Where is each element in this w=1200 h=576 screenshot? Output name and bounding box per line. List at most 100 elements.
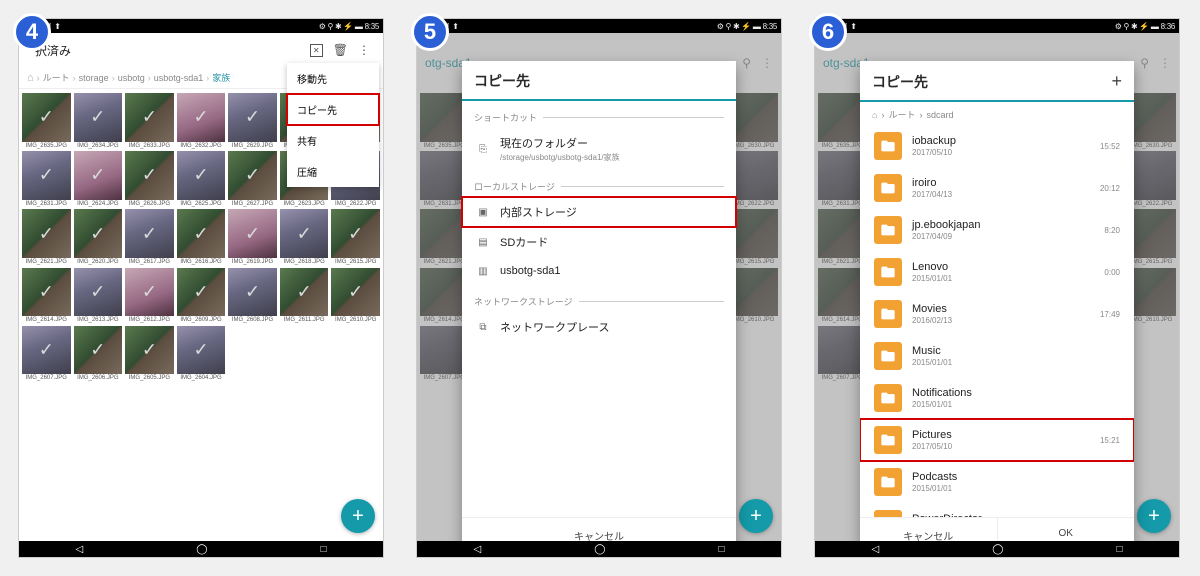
selected-check-icon: ✓	[39, 165, 54, 186]
grid-cell[interactable]: ✓IMG_2617.JPG	[125, 209, 174, 265]
folder-row[interactable]: iroiro2017/04/1320:12	[860, 167, 1134, 209]
folder-row[interactable]: PowerDirector2016/02/140:00	[860, 503, 1134, 517]
file-name-label: IMG_2620.JPG	[74, 259, 123, 266]
nav-back-icon[interactable]: ◁	[474, 544, 482, 555]
menu-move-to[interactable]: 移動先	[287, 63, 379, 94]
grid-cell[interactable]: ✓IMG_2612.JPG	[125, 268, 174, 324]
deselect-icon[interactable]: ✕	[310, 44, 323, 57]
grid-cell[interactable]: ✓IMG_2606.JPG	[74, 326, 123, 382]
file-name-label: IMG_2629.JPG	[228, 143, 277, 150]
grid-cell[interactable]: ✓IMG_2611.JPG	[280, 268, 329, 324]
nav-recent-icon[interactable]: □	[718, 544, 724, 555]
folder-icon	[874, 216, 902, 244]
grid-cell[interactable]: ✓IMG_2629.JPG	[228, 93, 277, 149]
folder-date: 2015/01/01	[912, 400, 972, 409]
grid-cell[interactable]: ✓IMG_2635.JPG	[22, 93, 71, 149]
fab-add[interactable]: +	[341, 499, 375, 533]
folder-row[interactable]: Podcasts2015/01/01	[860, 461, 1134, 503]
dialog-title: コピー先 +	[860, 61, 1134, 102]
grid-cell[interactable]: ✓IMG_2615.JPG	[331, 209, 380, 265]
selected-check-icon: ✓	[142, 223, 157, 244]
grid-cell[interactable]: ✓IMG_2604.JPG	[177, 326, 226, 382]
delete-icon[interactable]: 🗑	[333, 43, 348, 57]
nav-recent-icon[interactable]: □	[320, 544, 326, 555]
item-sd-card[interactable]: ▤ SDカード	[462, 227, 736, 257]
grid-cell[interactable]: ✓IMG_2624.JPG	[74, 151, 123, 207]
grid-cell[interactable]: ✓IMG_2633.JPG	[125, 93, 174, 149]
folder-row[interactable]: Pictures2017/05/1015:21	[860, 419, 1134, 461]
selected-check-icon: ✓	[245, 281, 260, 302]
folder-time: 20:12	[1100, 184, 1120, 193]
selected-check-icon: ✓	[142, 281, 157, 302]
grid-cell[interactable]: ✓IMG_2621.JPG	[22, 209, 71, 265]
folder-date: 2017/04/13	[912, 190, 952, 199]
selected-check-icon: ✓	[142, 339, 157, 360]
ok-button[interactable]: OK	[998, 518, 1135, 541]
menu-compress[interactable]: 圧縮	[287, 156, 379, 187]
grid-cell[interactable]: ✓IMG_2613.JPG	[74, 268, 123, 324]
grid-cell[interactable]: ✓IMG_2620.JPG	[74, 209, 123, 265]
folder-row[interactable]: Lenovo2015/01/010:00	[860, 251, 1134, 293]
item-network-places[interactable]: ⧉ ネットワークプレース	[462, 312, 736, 342]
grid-cell[interactable]: ✓IMG_2627.JPG	[228, 151, 277, 207]
grid-cell[interactable]: ✓IMG_2619.JPG	[228, 209, 277, 265]
item-current-folder[interactable]: ⎘ 現在のフォルダー /storage/usbotg/usbotg-sda1/家…	[462, 128, 736, 170]
file-name-label: IMG_2635.JPG	[22, 143, 71, 150]
dialog-breadcrumb[interactable]: ⌂ ›ルート ›sdcard	[860, 102, 1134, 125]
grid-cell[interactable]: ✓IMG_2609.JPG	[177, 268, 226, 324]
nav-back-icon[interactable]: ◁	[872, 544, 880, 555]
folder-row[interactable]: iobackup2017/05/1015:52	[860, 125, 1134, 167]
grid-cell[interactable]: ✓IMG_2634.JPG	[74, 93, 123, 149]
grid-cell[interactable]: ✓IMG_2605.JPG	[125, 326, 174, 382]
nav-home-icon[interactable]: ◯	[992, 544, 1003, 555]
folder-row[interactable]: Music2015/01/01	[860, 335, 1134, 377]
folder-row[interactable]: Movies2016/02/1317:49	[860, 293, 1134, 335]
folder-icon	[874, 384, 902, 412]
nav-home-icon[interactable]: ◯	[196, 544, 207, 555]
grid-cell[interactable]: ✓IMG_2610.JPG	[331, 268, 380, 324]
file-name-label: IMG_2611.JPG	[280, 317, 329, 324]
folder-row[interactable]: jp.ebookjapan2017/04/098:20	[860, 209, 1134, 251]
item-internal-storage[interactable]: ▣ 内部ストレージ	[462, 197, 736, 227]
fab-add[interactable]: +	[739, 499, 773, 533]
grid-cell[interactable]: ✓IMG_2626.JPG	[125, 151, 174, 207]
android-navbar: ◁ ◯ □	[417, 541, 781, 557]
selected-check-icon: ✓	[90, 165, 105, 186]
usb-icon: ▥	[476, 264, 490, 278]
grid-cell[interactable]: ✓IMG_2614.JPG	[22, 268, 71, 324]
folder-icon	[874, 132, 902, 160]
new-folder-icon[interactable]: +	[1111, 71, 1122, 92]
cancel-button[interactable]: キャンセル	[462, 518, 736, 541]
grid-cell[interactable]: ✓IMG_2625.JPG	[177, 151, 226, 207]
file-name-label: IMG_2623.JPG	[280, 201, 329, 208]
grid-cell[interactable]: ✓IMG_2632.JPG	[177, 93, 226, 149]
more-icon[interactable]: ⋮	[358, 43, 370, 57]
nav-home-icon[interactable]: ◯	[594, 544, 605, 555]
home-icon[interactable]: ⌂	[27, 72, 34, 84]
grid-cell[interactable]: ✓IMG_2631.JPG	[22, 151, 71, 207]
cancel-button[interactable]: キャンセル	[860, 518, 997, 541]
selected-check-icon: ✓	[193, 165, 208, 186]
file-name-label: IMG_2633.JPG	[125, 143, 174, 150]
selected-check-icon: ✓	[348, 281, 363, 302]
grid-cell[interactable]: ✓IMG_2607.JPG	[22, 326, 71, 382]
menu-share[interactable]: 共有	[287, 125, 379, 156]
file-name-label: IMG_2634.JPG	[74, 143, 123, 150]
selected-check-icon: ✓	[193, 339, 208, 360]
home-icon: ⌂	[872, 110, 877, 120]
nav-recent-icon[interactable]: □	[1116, 544, 1122, 555]
grid-cell[interactable]: ✓IMG_2608.JPG	[228, 268, 277, 324]
folder-icon	[874, 342, 902, 370]
folder-icon	[874, 174, 902, 202]
dialog-title: コピー先	[462, 61, 736, 101]
file-name-label: IMG_2606.JPG	[74, 375, 123, 382]
item-usb[interactable]: ▥ usbotg-sda1	[462, 257, 736, 285]
selected-check-icon: ✓	[39, 339, 54, 360]
fab-add[interactable]: +	[1137, 499, 1171, 533]
nav-back-icon[interactable]: ◁	[76, 544, 84, 555]
folder-row[interactable]: Notifications2015/01/01	[860, 377, 1134, 419]
menu-copy-to[interactable]: コピー先	[287, 94, 379, 125]
grid-cell[interactable]: ✓IMG_2618.JPG	[280, 209, 329, 265]
file-name-label: IMG_2613.JPG	[74, 317, 123, 324]
grid-cell[interactable]: ✓IMG_2616.JPG	[177, 209, 226, 265]
